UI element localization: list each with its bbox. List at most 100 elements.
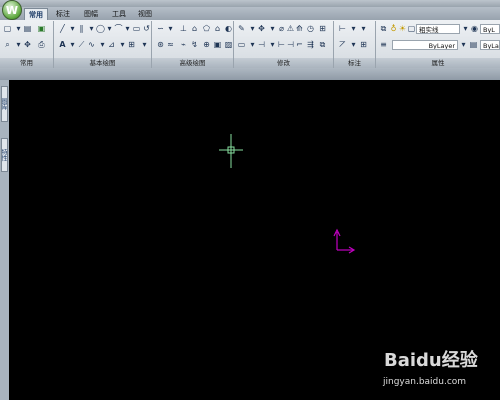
hole-icon[interactable]: ⊛ xyxy=(156,40,165,49)
polyline-icon[interactable]: ⟋ xyxy=(77,40,86,49)
panel-basic-draw: ╱ ▾ ∥ ▾ ◯ ▾ ⌒ ▾ ▭ ↺ A ▾ ⟋ ∿ ▾ ⊿ ▾ ⊞ ▾ 基本… xyxy=(54,21,152,68)
dropdown-arrow-icon[interactable]: ▾ xyxy=(248,40,257,49)
circle-icon[interactable]: ◯ xyxy=(96,24,105,33)
panel-properties: ⧉ ♁ ☀ ▢ 粗实线 ▾ ◉ ByL ≡ ByLayer ▾ ▤ ByLa 属… xyxy=(376,21,500,68)
tolerance-icon[interactable]: ⊞ xyxy=(359,40,368,49)
panel-label-dimension: 标注 xyxy=(334,58,375,68)
side-tab-properties[interactable]: 特性 xyxy=(1,138,8,172)
polygon-icon[interactable]: ⬠ xyxy=(202,24,211,33)
linear-dimension-icon[interactable]: ⊢ xyxy=(338,24,347,33)
dropdown-arrow-icon[interactable]: ▾ xyxy=(14,40,23,49)
dropdown-arrow-icon[interactable]: ▾ xyxy=(68,40,77,49)
extend-icon[interactable]: ⊢ xyxy=(277,40,286,49)
panel-dimension: ⊢ ▾ ▾ ⦢ ▾ ⊞ 标注 xyxy=(334,21,376,68)
panel-advanced-draw: ∽ ▾ ⊥ ⌂ ⬠ ⌂ ◐ ⊛ ≈ ⌁ ↯ ⊕ ▣ ▨ 高级绘图 xyxy=(152,21,234,68)
shape-icon[interactable]: ⌂ xyxy=(213,24,222,33)
angular-dimension-icon[interactable]: ⦢ xyxy=(338,40,347,49)
arc-icon[interactable]: ⌒ xyxy=(114,24,123,33)
pan-icon[interactable]: ✥ xyxy=(23,40,32,49)
tab-view[interactable]: 视图 xyxy=(134,8,156,20)
dropdown-arrow-icon[interactable]: ▾ xyxy=(166,24,175,33)
open-file-icon[interactable]: ▤ xyxy=(23,24,32,33)
lineweight-select[interactable]: ByLa xyxy=(480,40,500,50)
offset-icon[interactable]: ⇶ xyxy=(306,40,315,49)
line-icon[interactable]: ╱ xyxy=(58,24,67,33)
erase-icon[interactable]: ✎ xyxy=(237,24,246,33)
spline-icon[interactable]: ∿ xyxy=(87,40,96,49)
app-logo-icon: W xyxy=(5,3,19,17)
fillet-icon[interactable]: ⌐ xyxy=(295,40,304,49)
block-icon[interactable]: ▣ xyxy=(213,40,222,49)
break-line-icon[interactable]: ⌁ xyxy=(179,40,188,49)
point-icon[interactable]: ⊕ xyxy=(202,40,211,49)
dropdown-arrow-icon[interactable]: ▾ xyxy=(461,24,470,33)
break-icon[interactable]: ⊣ xyxy=(257,40,266,49)
panel-modify: ✎ ▾ ✥ ▾ ⌀ ⚠ ⟰ ◷ ⊞ ▭ ▾ ⊣ ▾ ⊢ ⊣ ⌐ ⇶ ⧉ 修改 xyxy=(234,21,334,68)
wave-line-icon[interactable]: ≈ xyxy=(166,40,175,49)
dropdown-arrow-icon[interactable]: ▾ xyxy=(105,24,114,33)
fill-icon[interactable]: ◐ xyxy=(224,24,233,33)
linetype-select[interactable]: ByLayer xyxy=(392,40,458,50)
title-bar xyxy=(0,0,500,7)
side-tab-library[interactable]: 图库 xyxy=(1,86,8,122)
color-wheel-icon[interactable]: ◉ xyxy=(470,24,479,33)
dropdown-arrow-icon[interactable]: ▾ xyxy=(140,40,149,49)
tab-common[interactable]: 常用 xyxy=(24,8,48,20)
text-icon[interactable]: A xyxy=(58,40,67,49)
layer-select[interactable]: 粗实线 xyxy=(416,24,460,34)
centerline-icon[interactable]: ⊥ xyxy=(179,24,188,33)
mirror-icon[interactable]: ⚠ xyxy=(286,24,295,33)
image-icon[interactable]: ▨ xyxy=(224,40,233,49)
crosshair-cursor xyxy=(219,134,243,168)
dropdown-arrow-icon[interactable]: ▾ xyxy=(68,24,77,33)
ucs-icon xyxy=(333,228,356,254)
curve-icon[interactable]: ∽ xyxy=(156,24,165,33)
dropdown-arrow-icon[interactable]: ▾ xyxy=(98,40,107,49)
app-menu-button[interactable]: W xyxy=(2,0,22,20)
linetype-scale-icon[interactable]: ▤ xyxy=(469,40,478,49)
rectangle-icon[interactable]: ▭ xyxy=(132,24,141,33)
dropdown-arrow-icon[interactable]: ▾ xyxy=(349,24,358,33)
zoom-icon[interactable]: ⌕ xyxy=(3,40,12,49)
dropdown-arrow-icon[interactable]: ▾ xyxy=(268,40,277,49)
sun-icon[interactable]: ☀ xyxy=(398,24,407,33)
lightning-icon[interactable]: ↯ xyxy=(190,40,199,49)
dropdown-arrow-icon[interactable]: ▾ xyxy=(248,24,257,33)
trim-icon[interactable]: ⌀ xyxy=(277,24,286,33)
dropdown-arrow-icon[interactable]: ▾ xyxy=(87,24,96,33)
scale-icon[interactable]: ⟰ xyxy=(295,24,304,33)
dropdown-arrow-icon[interactable]: ▾ xyxy=(459,40,468,49)
dimension-style-icon[interactable]: ▾ xyxy=(359,24,368,33)
layer-icon[interactable]: ⧉ xyxy=(379,24,388,33)
rotate-icon[interactable]: ◷ xyxy=(306,24,315,33)
rotate-icon[interactable]: ↺ xyxy=(142,24,151,33)
tab-frame[interactable]: 图幅 xyxy=(80,8,102,20)
dropdown-arrow-icon[interactable]: ▾ xyxy=(118,40,127,49)
dropdown-arrow-icon[interactable]: ▾ xyxy=(349,40,358,49)
tab-tools[interactable]: 工具 xyxy=(108,8,130,20)
dropdown-arrow-icon[interactable]: ▾ xyxy=(123,24,132,33)
leader-icon[interactable]: ⊿ xyxy=(107,40,116,49)
panel-label-properties: 属性 xyxy=(376,58,500,68)
table-icon[interactable]: ⊞ xyxy=(127,40,136,49)
lineweight-icon[interactable]: ≡ xyxy=(379,40,388,49)
save-icon[interactable]: ▣ xyxy=(37,24,46,33)
hatch-icon[interactable]: ⌂ xyxy=(190,24,199,33)
stretch-icon[interactable]: ▭ xyxy=(237,40,246,49)
tab-dimension[interactable]: 标注 xyxy=(52,8,74,20)
array-icon[interactable]: ⊞ xyxy=(318,24,327,33)
chamfer-icon[interactable]: ⊣ xyxy=(286,40,295,49)
parallel-line-icon[interactable]: ∥ xyxy=(77,24,86,33)
dropdown-arrow-icon[interactable]: ▾ xyxy=(14,24,23,33)
lock-icon[interactable]: ▢ xyxy=(407,24,416,33)
color-select[interactable]: ByL xyxy=(480,24,500,34)
lightbulb-icon[interactable]: ♁ xyxy=(389,24,398,33)
print-icon[interactable]: ⎙ xyxy=(37,40,46,49)
explode-icon[interactable]: ⧉ xyxy=(318,40,327,49)
panel-label-basic-draw: 基本绘图 xyxy=(54,58,151,68)
baidu-watermark: Baidu经验 xyxy=(384,350,478,371)
move-icon[interactable]: ✥ xyxy=(257,24,266,33)
dropdown-arrow-icon[interactable]: ▾ xyxy=(268,24,277,33)
ribbon-tabs: 常用 标注 图幅 工具 视图 xyxy=(0,7,500,20)
new-file-icon[interactable]: ▢ xyxy=(3,24,12,33)
